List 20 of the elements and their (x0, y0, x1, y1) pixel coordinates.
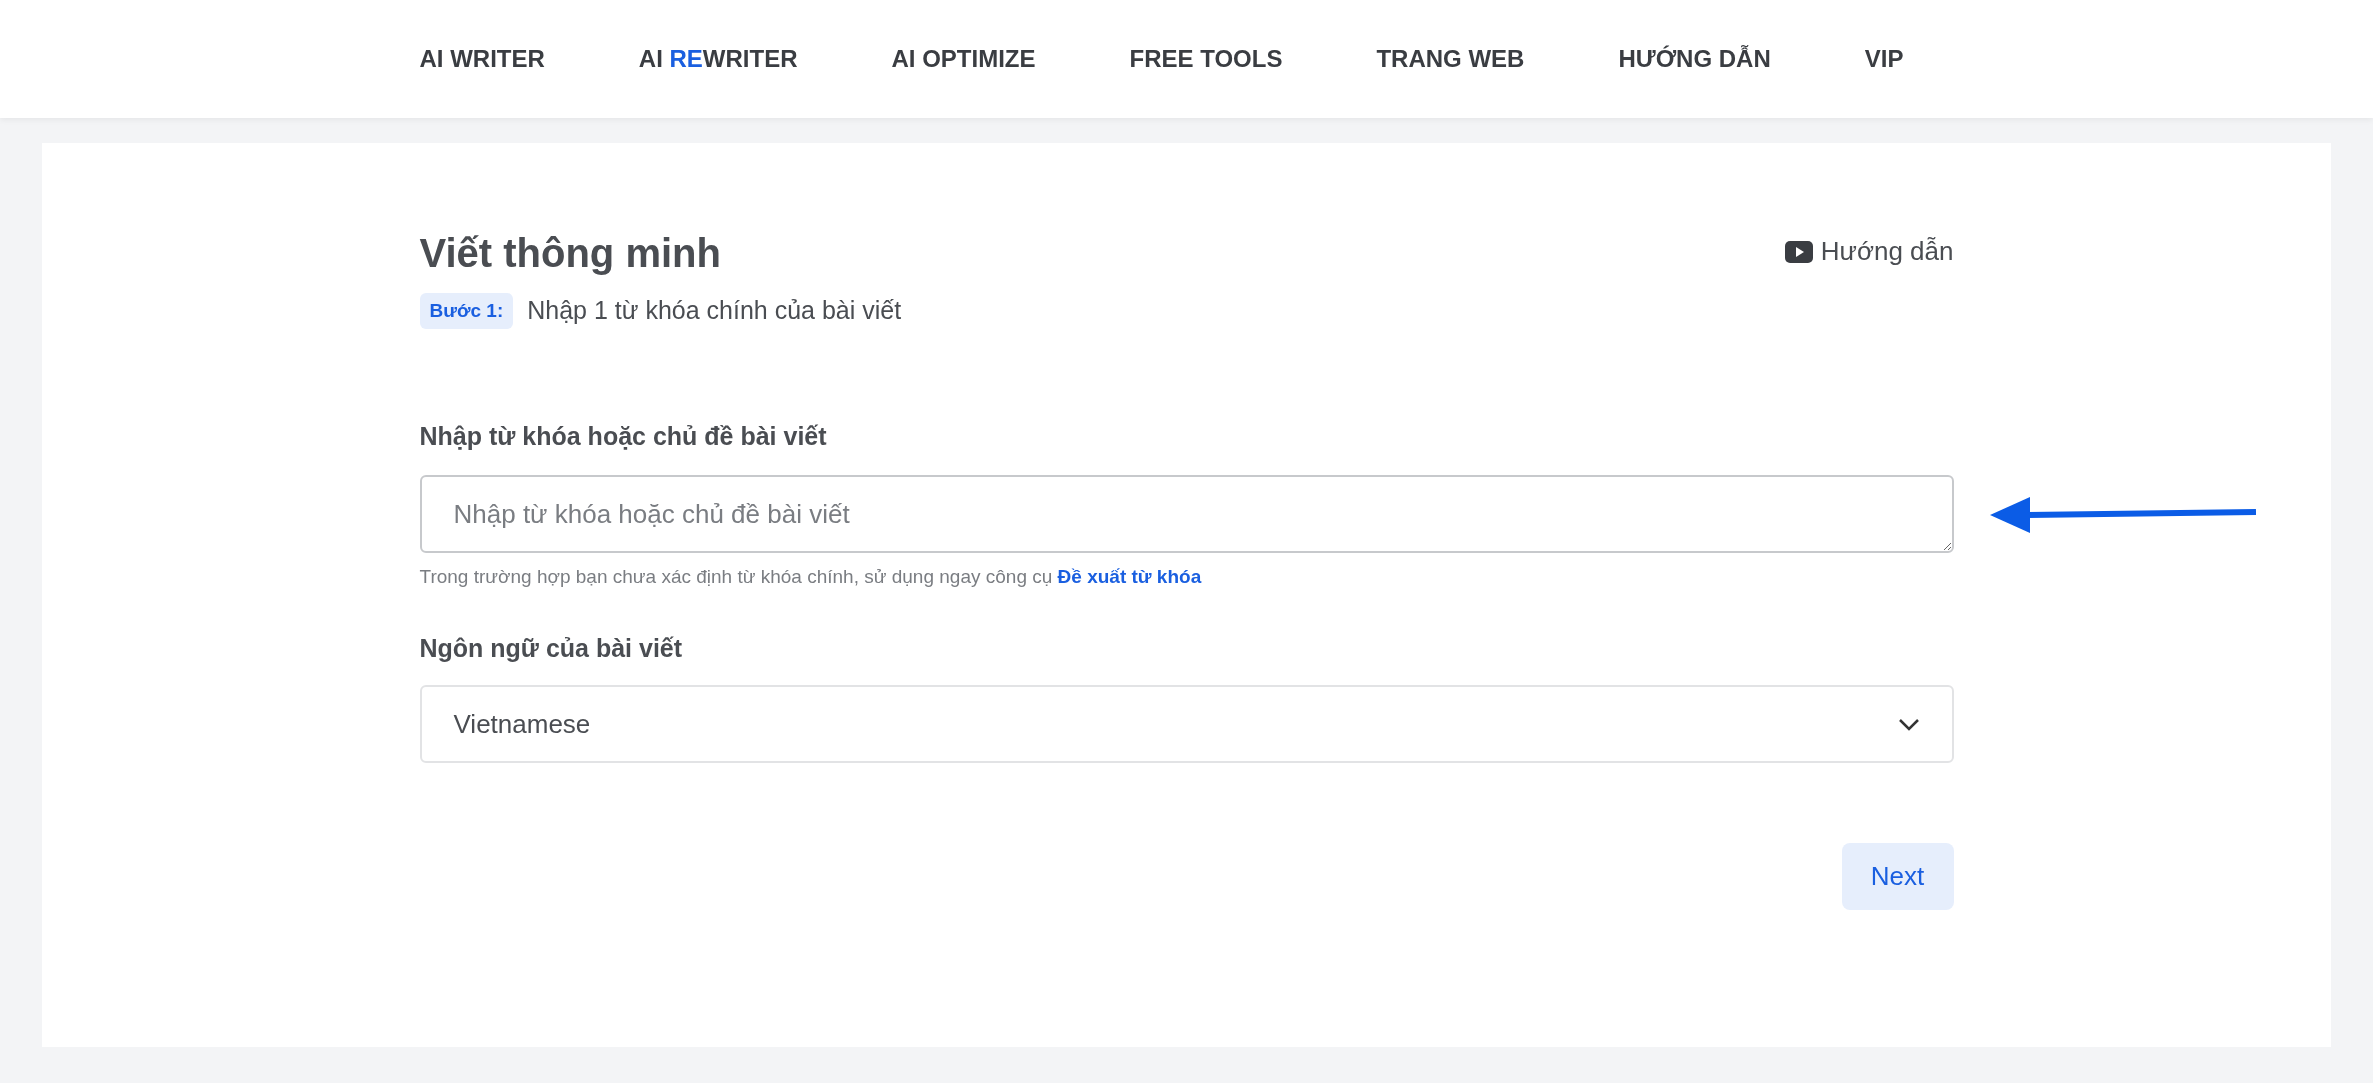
chevron-down-icon (1897, 717, 1920, 731)
nav-link[interactable]: VIP (1864, 41, 1904, 77)
video-play-icon (1784, 240, 1813, 263)
step-badge: Bước 1: (419, 292, 514, 329)
keyword-suggestion-link[interactable]: Đề xuất từ khóa (1057, 566, 1202, 587)
keyword-label: Nhập từ khóa hoặc chủ đề bài viết (419, 420, 828, 452)
next-button[interactable]: Next (1841, 843, 1954, 910)
nav-link[interactable]: AI REWRITER (638, 41, 798, 77)
language-select[interactable]: Vietnamese (419, 685, 1954, 763)
nav-link[interactable]: TRANG WEB (1376, 41, 1525, 77)
keyword-input-field[interactable]: Nhập từ khóa hoặc chủ đề bài viết (419, 475, 1954, 553)
nav-link[interactable]: AI OPTIMIZE (891, 41, 1036, 77)
language-label: Ngôn ngữ của bài viết (419, 632, 684, 664)
guide-link[interactable]: Hướng dẫn (1784, 232, 1954, 271)
step-description: Nhập 1 từ khóa chính của bài viết (527, 295, 902, 326)
nav-link[interactable]: FREE TOOLS (1129, 41, 1283, 77)
keyword-hint: Trong trường hợp bạn chưa xác định từ khóa chính, sử dụng ngay công cụ Đề xuất từ khóa (419, 565, 1203, 589)
page-title: Viết thông minh (419, 230, 721, 277)
nav-link[interactable]: AI WRITER (419, 41, 545, 77)
nav-link[interactable]: HƯỚNG DẪN (1618, 41, 1771, 77)
